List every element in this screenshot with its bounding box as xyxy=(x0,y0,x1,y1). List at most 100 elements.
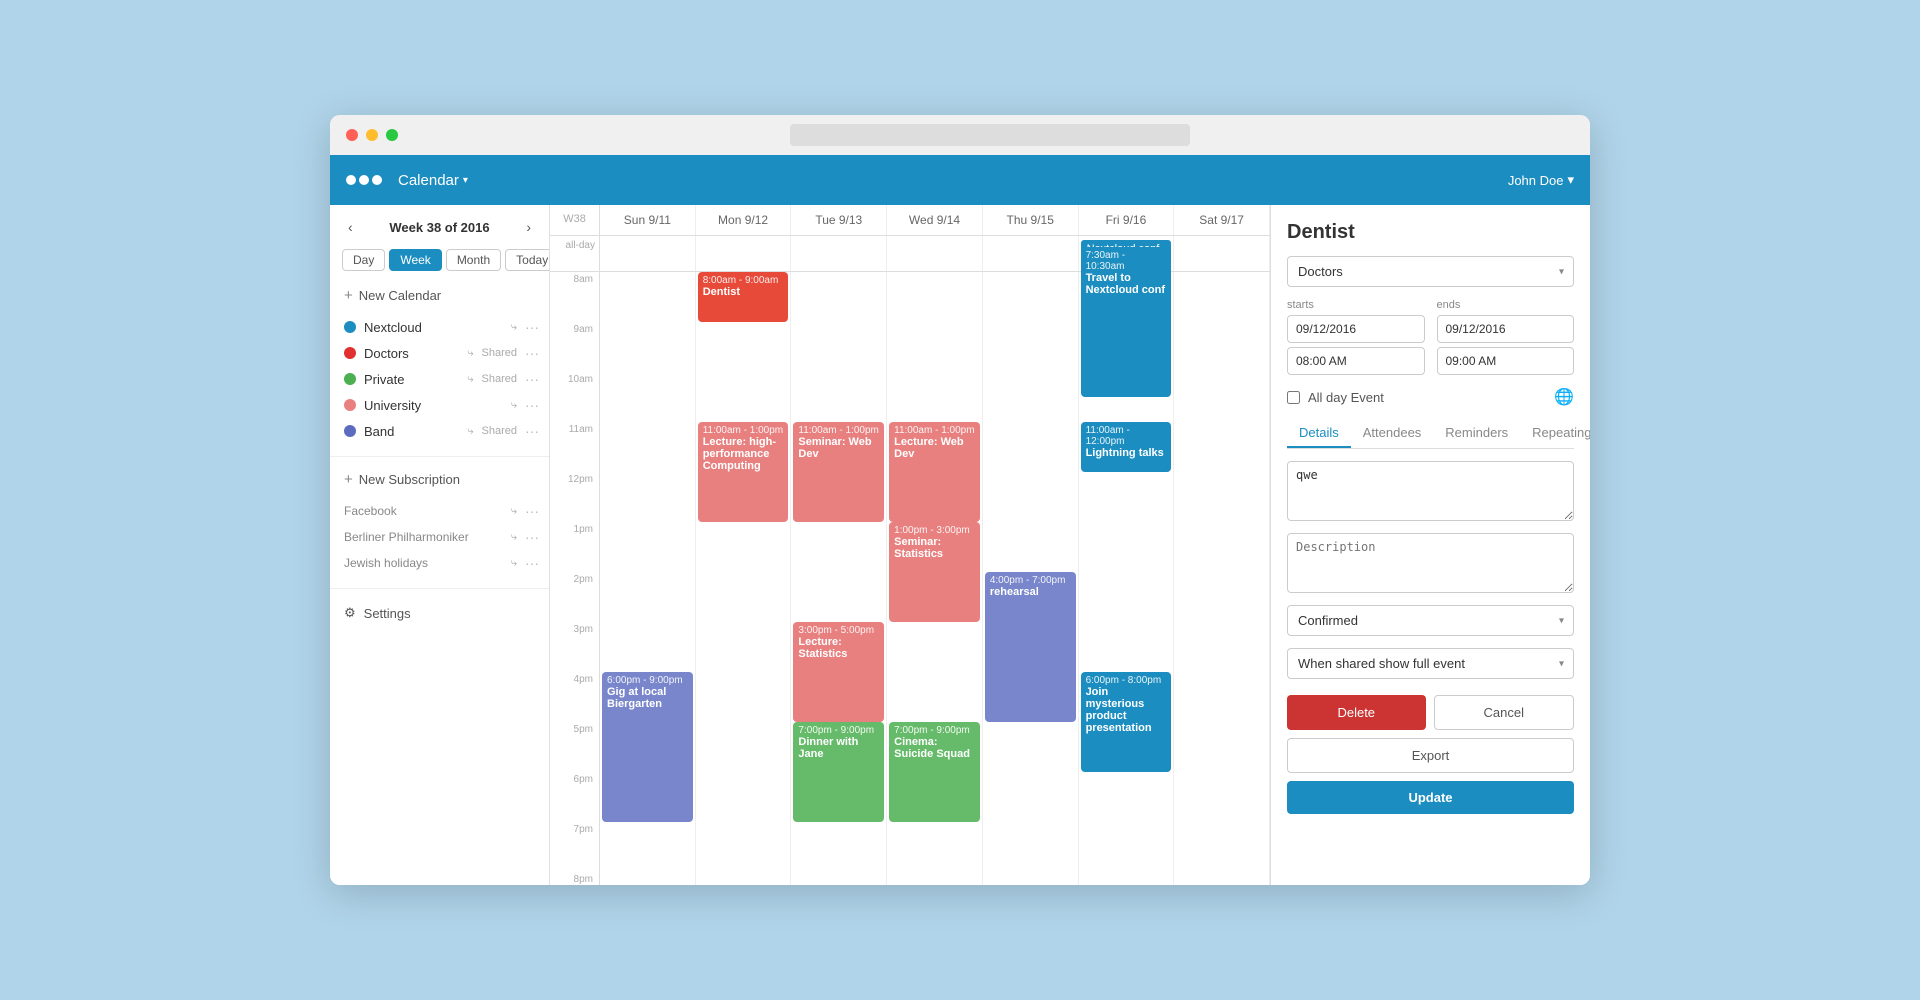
next-week-button[interactable]: › xyxy=(520,217,537,237)
event-product[interactable]: 6:00pm - 8:00pm Join mysterious product … xyxy=(1081,672,1172,772)
time-label-5pm: 5pm xyxy=(550,722,600,772)
event-rehearsal-time: 4:00pm - 7:00pm xyxy=(990,575,1071,586)
plus-icon: + xyxy=(344,287,353,304)
event-dinner-time: 7:00pm - 9:00pm xyxy=(798,725,879,736)
time-label-1pm: 1pm xyxy=(550,522,600,572)
app-name[interactable]: Calendar ▾ xyxy=(398,172,468,189)
more-icon-nextcloud[interactable]: ··· xyxy=(525,319,539,335)
event-lecture-webdev-time: 11:00am - 1:00pm xyxy=(894,425,975,436)
app-label: Calendar xyxy=(398,172,459,189)
share-icon-doctors: ⤷ xyxy=(467,347,473,360)
app-window: Calendar ▾ John Doe ▾ ‹ Week 38 of 2016 … xyxy=(330,115,1590,885)
calendar-item-university[interactable]: University ⤷ ··· xyxy=(330,392,549,418)
prev-week-button[interactable]: ‹ xyxy=(342,217,359,237)
calendars-list: Nextcloud ⤷ ··· Doctors ⤷ Shared ··· Pri… xyxy=(330,310,549,448)
more-icon-university[interactable]: ··· xyxy=(525,397,539,413)
settings-button[interactable]: ⚙ Settings xyxy=(330,597,549,629)
event-lightning-time: 11:00am - 12:00pm xyxy=(1086,425,1167,447)
start-time-input[interactable] xyxy=(1287,347,1425,375)
subscription-item-berliner[interactable]: Berliner Philharmoniker ⤷ ··· xyxy=(330,524,549,550)
user-menu[interactable]: John Doe ▾ xyxy=(1508,172,1574,188)
time-grid-wrapper: 8am 9am 10am 11am 12pm 1pm 2pm 3pm 4pm 5… xyxy=(550,272,1270,885)
tab-repeating[interactable]: Repeating xyxy=(1520,419,1590,448)
more-icon-jewish[interactable]: ··· xyxy=(525,555,539,571)
col-header-mon: Mon 9/12 xyxy=(696,205,792,235)
event-rehearsal[interactable]: 4:00pm - 7:00pm rehearsal xyxy=(985,572,1076,722)
tab-details[interactable]: Details xyxy=(1287,419,1351,448)
more-icon-private[interactable]: ··· xyxy=(525,371,539,387)
today-button[interactable]: Today xyxy=(505,249,550,271)
event-dinner[interactable]: 7:00pm - 9:00pm Dinner with Jane xyxy=(793,722,884,822)
calendar-item-band[interactable]: Band ⤷ Shared ··· xyxy=(330,418,549,444)
subscription-item-jewish[interactable]: Jewish holidays ⤷ ··· xyxy=(330,550,549,576)
share-icon-university: ⤷ xyxy=(511,399,517,412)
allday-checkbox[interactable] xyxy=(1287,391,1300,404)
cancel-button[interactable]: Cancel xyxy=(1434,695,1575,730)
allday-cell-mon xyxy=(696,236,792,271)
logo-circle-1 xyxy=(346,175,356,185)
event-description-input[interactable]: qwe xyxy=(1287,461,1574,521)
event-description-placeholder[interactable] xyxy=(1287,533,1574,593)
time-label-4pm: 4pm xyxy=(550,672,600,722)
event-lecture-stats-title: Lecture: Statistics xyxy=(798,636,879,660)
week-view-button[interactable]: Week xyxy=(389,249,441,271)
event-lecture-hpc[interactable]: 11:00am - 1:00pm Lecture: high-performan… xyxy=(698,422,789,522)
tab-attendees[interactable]: Attendees xyxy=(1351,419,1434,448)
event-seminar-webdev[interactable]: 11:00am - 1:00pm Seminar: Web Dev xyxy=(793,422,884,522)
end-date-group: ends xyxy=(1437,299,1575,375)
minimize-dot[interactable] xyxy=(366,129,378,141)
event-gig-title: Gig at local Biergarten xyxy=(607,686,688,710)
start-date-input[interactable] xyxy=(1287,315,1425,343)
end-time-input[interactable] xyxy=(1437,347,1575,375)
user-caret-icon: ▾ xyxy=(1567,172,1574,188)
more-icon-facebook[interactable]: ··· xyxy=(525,503,539,519)
more-icon-berliner[interactable]: ··· xyxy=(525,529,539,545)
subscriptions-list: Facebook ⤷ ··· Berliner Philharmoniker ⤷… xyxy=(330,494,549,580)
update-button[interactable]: Update xyxy=(1287,781,1574,814)
ends-label: ends xyxy=(1437,299,1575,311)
month-view-button[interactable]: Month xyxy=(446,249,501,271)
panel-tabs: Details Attendees Reminders Repeating xyxy=(1287,419,1574,449)
tab-reminders[interactable]: Reminders xyxy=(1433,419,1520,448)
day-col-sat xyxy=(1174,272,1270,885)
delete-button[interactable]: Delete xyxy=(1287,695,1426,730)
time-label-6pm: 6pm xyxy=(550,772,600,822)
event-seminar-stats[interactable]: 1:00pm - 3:00pm Seminar: Statistics xyxy=(889,522,980,622)
new-calendar-button[interactable]: + New Calendar xyxy=(330,281,549,310)
status-select[interactable]: Confirmed Tentative Cancelled xyxy=(1287,605,1574,636)
export-button[interactable]: Export xyxy=(1287,738,1574,773)
more-icon-doctors[interactable]: ··· xyxy=(525,345,539,361)
day-view-button[interactable]: Day xyxy=(342,249,385,271)
event-lecture-stats[interactable]: 3:00pm - 5:00pm Lecture: Statistics xyxy=(793,622,884,722)
globe-icon[interactable]: 🌐 xyxy=(1554,387,1574,407)
event-gig[interactable]: 6:00pm - 9:00pm Gig at local Biergarten xyxy=(602,672,693,822)
event-dentist[interactable]: 8:00am - 9:00am Dentist xyxy=(698,272,789,322)
day-col-wed: 11:00am - 1:00pm Lecture: Web Dev 1:00pm… xyxy=(887,272,983,885)
start-date-group: starts xyxy=(1287,299,1425,375)
shared-select[interactable]: When shared show full event When shared … xyxy=(1287,648,1574,679)
col-header-fri: Fri 9/16 xyxy=(1079,205,1175,235)
maximize-dot[interactable] xyxy=(386,129,398,141)
event-travel[interactable]: 7:30am - 10:30am Travel to Nextcloud con… xyxy=(1081,247,1172,397)
new-subscription-button[interactable]: + New Subscription xyxy=(330,465,549,494)
calendar-item-private[interactable]: Private ⤷ Shared ··· xyxy=(330,366,549,392)
subscription-item-facebook[interactable]: Facebook ⤷ ··· xyxy=(330,498,549,524)
calendar-item-nextcloud[interactable]: Nextcloud ⤷ ··· xyxy=(330,314,549,340)
allday-row: All day Event 🌐 xyxy=(1287,387,1574,407)
time-label-8am: 8am xyxy=(550,272,600,322)
calendar-select[interactable]: Doctors Nextcloud Private University Ban… xyxy=(1287,256,1574,287)
calendar-item-doctors[interactable]: Doctors ⤷ Shared ··· xyxy=(330,340,549,366)
new-subscription-label: New Subscription xyxy=(359,472,460,487)
event-cinema[interactable]: 7:00pm - 9:00pm Cinema: Suicide Squad xyxy=(889,722,980,822)
event-lecture-webdev[interactable]: 11:00am - 1:00pm Lecture: Web Dev xyxy=(889,422,980,522)
end-date-input[interactable] xyxy=(1437,315,1575,343)
event-cinema-time: 7:00pm - 9:00pm xyxy=(894,725,975,736)
day-col-mon: 8:00am - 9:00am Dentist 11:00am - 1:00pm… xyxy=(696,272,792,885)
time-label-2pm: 2pm xyxy=(550,572,600,622)
more-icon-band[interactable]: ··· xyxy=(525,423,539,439)
app-logo: Calendar ▾ xyxy=(346,172,468,189)
logo-circle-3 xyxy=(372,175,382,185)
event-lightning[interactable]: 11:00am - 12:00pm Lightning talks xyxy=(1081,422,1172,472)
close-dot[interactable] xyxy=(346,129,358,141)
logo-icon xyxy=(346,175,382,185)
